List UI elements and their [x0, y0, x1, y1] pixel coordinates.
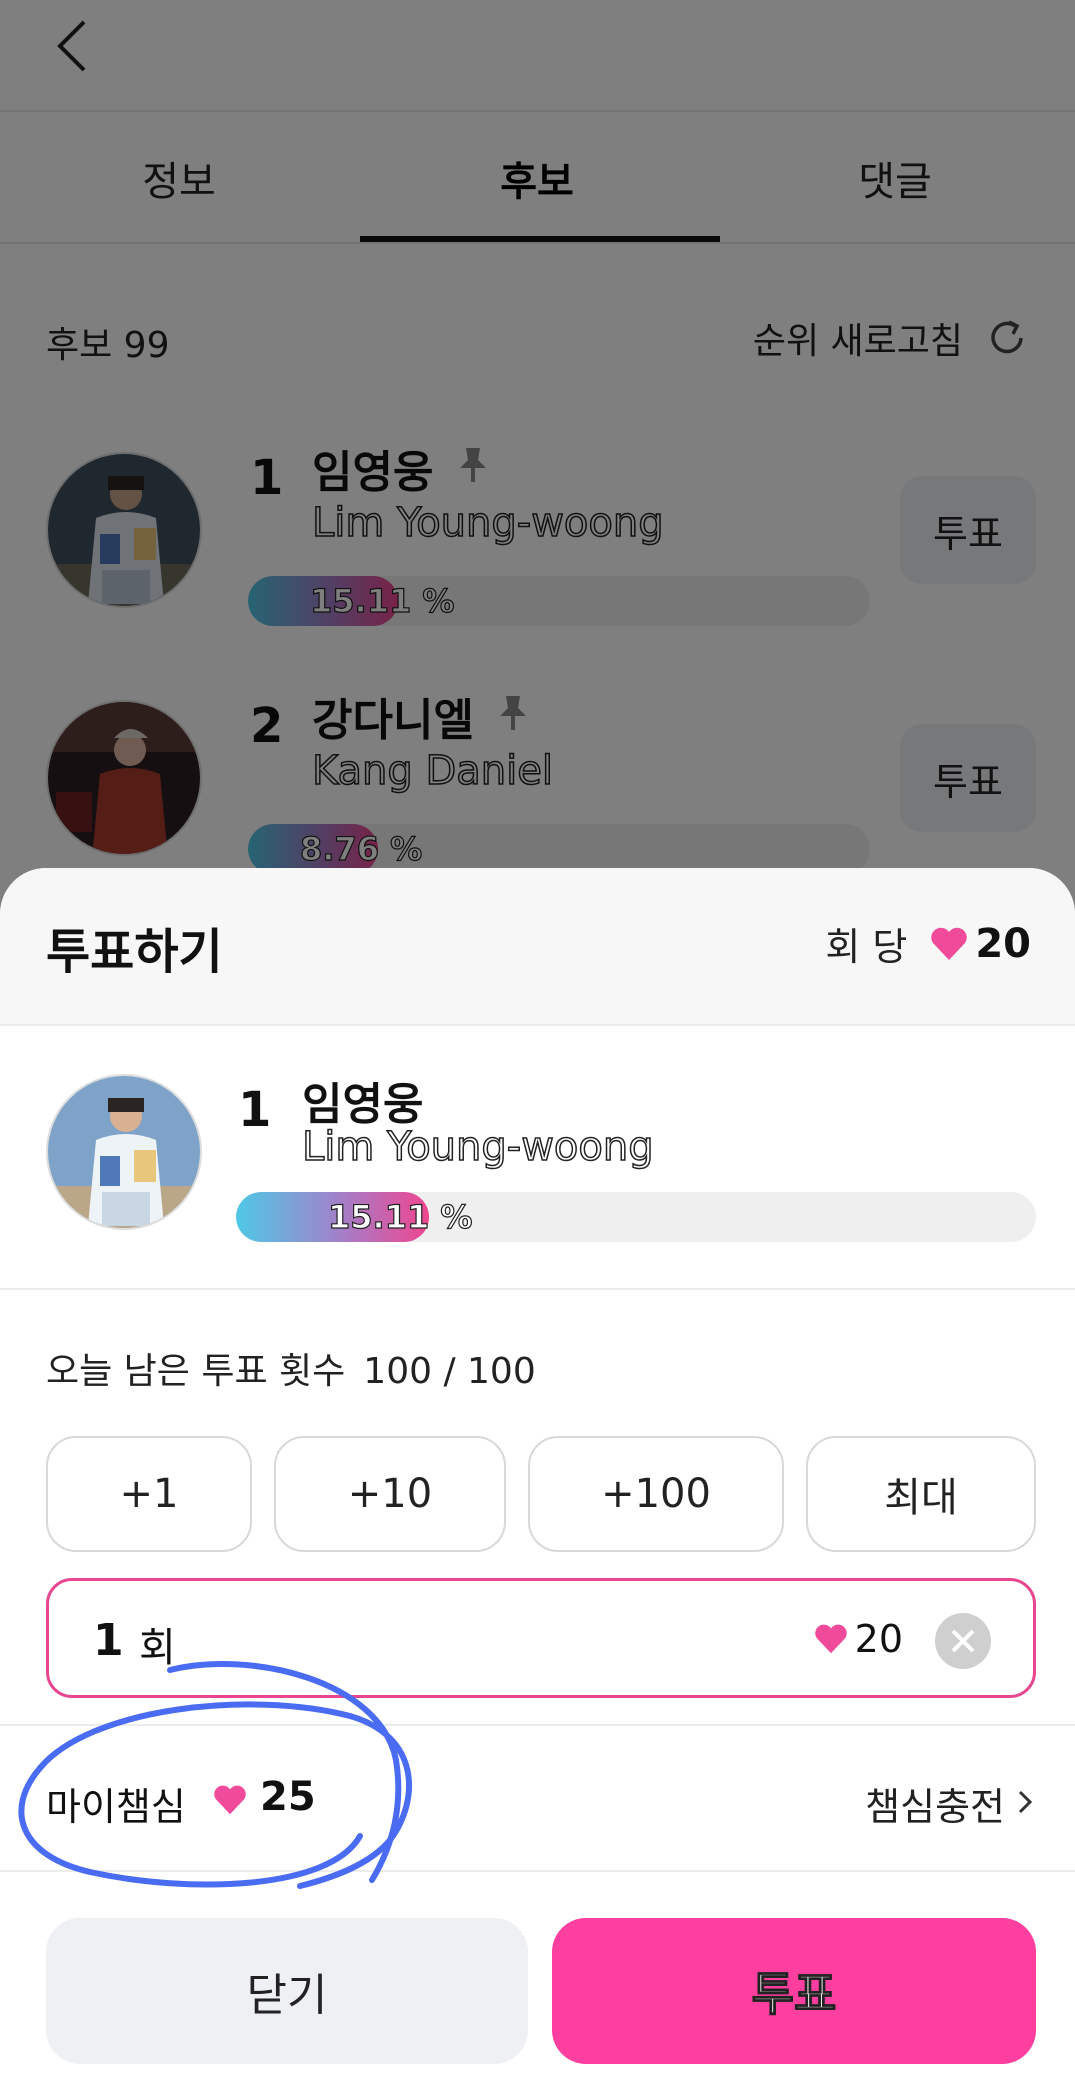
heart-icon	[931, 927, 968, 960]
chevron-right-icon	[1018, 1790, 1033, 1814]
submit-vote-button[interactable]: 투표	[552, 1918, 1036, 2064]
clear-quantity-button[interactable]	[935, 1613, 991, 1669]
max-button[interactable]: 최대	[806, 1436, 1036, 1552]
selected-name-en: Lim Young-woong	[301, 1123, 654, 1171]
vote-quantity-field[interactable]: 1 회 20	[46, 1578, 1036, 1698]
selected-rank: 1	[238, 1082, 272, 1138]
selected-name-ko: 임영웅	[302, 1079, 424, 1130]
cost-per-vote: 회 당 20	[825, 916, 1031, 971]
add-100-button[interactable]: +100	[528, 1436, 784, 1552]
my-hearts-value: 25	[260, 1774, 316, 1820]
quantity-unit: 회	[139, 1625, 176, 1671]
cost-per-value: 20	[975, 920, 1031, 967]
cost-per-label: 회 당	[825, 925, 908, 969]
my-hearts-label: 마이챔심	[46, 1785, 186, 1829]
quantity-chips: +1 +10 +100 최대	[46, 1436, 1036, 1552]
remaining-votes: 오늘 남은 투표 횟수 100 / 100	[46, 1342, 536, 1394]
close-icon	[951, 1629, 975, 1653]
sheet-title: 투표하기	[46, 924, 223, 980]
vote-sheet: 투표하기 회 당 20 1 임영웅 Lim Young-woong 15.11 …	[0, 868, 1075, 2100]
vote-share-bar: 15.11 %	[236, 1192, 1036, 1242]
heart-icon	[214, 1785, 246, 1815]
remaining-votes-value: 100 / 100	[363, 1351, 536, 1392]
heart-icon	[814, 1624, 847, 1654]
quantity-cost-value: 20	[854, 1617, 903, 1661]
my-hearts-row: 마이챔심 25 챔심충전	[0, 1724, 1075, 1872]
add-1-button[interactable]: +1	[46, 1436, 252, 1552]
vote-share-label: 15.11 %	[327, 1197, 473, 1236]
charge-hearts-link[interactable]: 챔심충전	[865, 1776, 1005, 1831]
quantity-value: 1	[93, 1615, 124, 1666]
sheet-header: 투표하기 회 당 20	[0, 868, 1075, 1026]
candidate-avatar	[46, 1074, 202, 1230]
selected-candidate: 1 임영웅 Lim Young-woong 15.11 %	[0, 1028, 1075, 1290]
add-10-button[interactable]: +10	[274, 1436, 506, 1552]
close-button[interactable]: 닫기	[46, 1918, 528, 2064]
remaining-votes-label: 오늘 남은 투표 횟수	[46, 1351, 346, 1392]
quantity-cost: 20	[813, 1617, 903, 1661]
